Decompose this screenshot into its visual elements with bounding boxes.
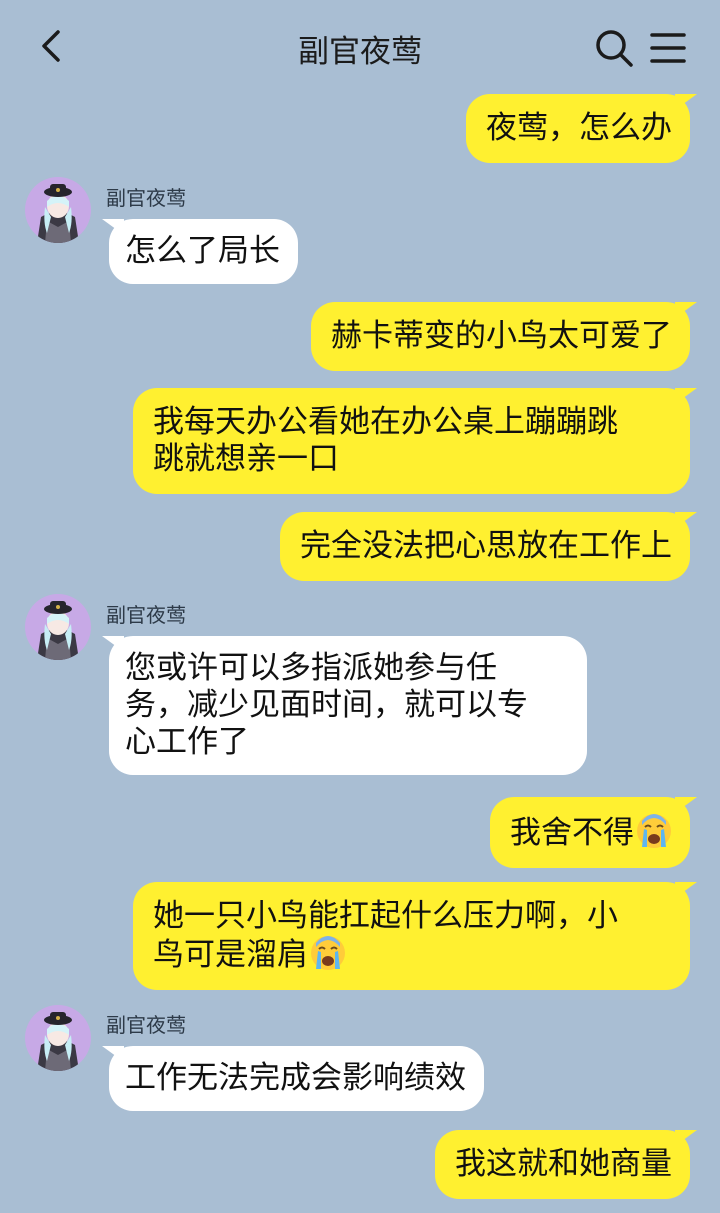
message-bubble-incoming[interactable]: 怎么了局长	[102, 219, 298, 284]
sender-name: 副官夜莺	[106, 603, 186, 627]
crying-face-emoji	[636, 813, 672, 849]
message-text: 夜莺，怎么办	[486, 110, 672, 146]
message-text: 怎么了局长	[125, 233, 280, 269]
message-text-line: 鸟可是溜肩	[153, 937, 308, 973]
message-text: 我舍不得	[510, 815, 634, 851]
message-text-line: 她一只小鸟能扛起什么压力啊，小	[153, 898, 618, 934]
search-button[interactable]	[593, 27, 635, 69]
message-text: 完全没法把心思放在工作上	[300, 528, 672, 564]
message-bubble-outgoing[interactable]: 我每天办公看她在办公桌上蹦蹦跳 跳就想亲一口	[133, 388, 697, 494]
menu-button[interactable]	[648, 30, 688, 66]
sender-name: 副官夜莺	[106, 186, 186, 210]
contact-avatar[interactable]	[25, 1005, 91, 1071]
message-bubble-outgoing[interactable]: 完全没法把心思放在工作上	[280, 512, 697, 581]
top-bar: 副官夜莺	[0, 0, 720, 94]
search-icon	[596, 30, 633, 67]
message-text-line: 跳就想亲一口	[153, 441, 339, 477]
message-bubble-incoming[interactable]: 您或许可以多指派她参与任 务，减少见面时间，就可以专 心工作了	[102, 636, 587, 775]
sender-name: 副官夜莺	[106, 1013, 186, 1037]
message-text: 赫卡蒂变的小鸟太可爱了	[331, 318, 672, 354]
crying-face-emoji	[310, 935, 346, 971]
message-text-line: 您或许可以多指派她参与任	[125, 650, 497, 686]
message-text: 我这就和她商量	[455, 1146, 672, 1182]
menu-icon	[650, 33, 686, 63]
message-bubble-outgoing[interactable]: 赫卡蒂变的小鸟太可爱了	[311, 302, 697, 371]
contact-avatar[interactable]	[25, 594, 91, 660]
message-text: 工作无法完成会影响绩效	[125, 1060, 466, 1096]
message-text-line: 务，减少见面时间，就可以专	[125, 687, 528, 723]
message-text-line: 我每天办公看她在办公桌上蹦蹦跳	[153, 404, 618, 440]
contact-avatar[interactable]	[25, 177, 91, 243]
message-bubble-incoming[interactable]: 工作无法完成会影响绩效	[102, 1046, 484, 1111]
message-text-line: 心工作了	[125, 724, 249, 760]
message-bubble-outgoing[interactable]: 她一只小鸟能扛起什么压力啊，小 鸟可是溜肩	[133, 882, 697, 990]
message-bubble-outgoing[interactable]: 我舍不得	[490, 797, 697, 868]
message-bubble-outgoing[interactable]: 我这就和她商量	[435, 1130, 697, 1199]
message-bubble-outgoing[interactable]: 夜莺，怎么办	[466, 94, 697, 163]
